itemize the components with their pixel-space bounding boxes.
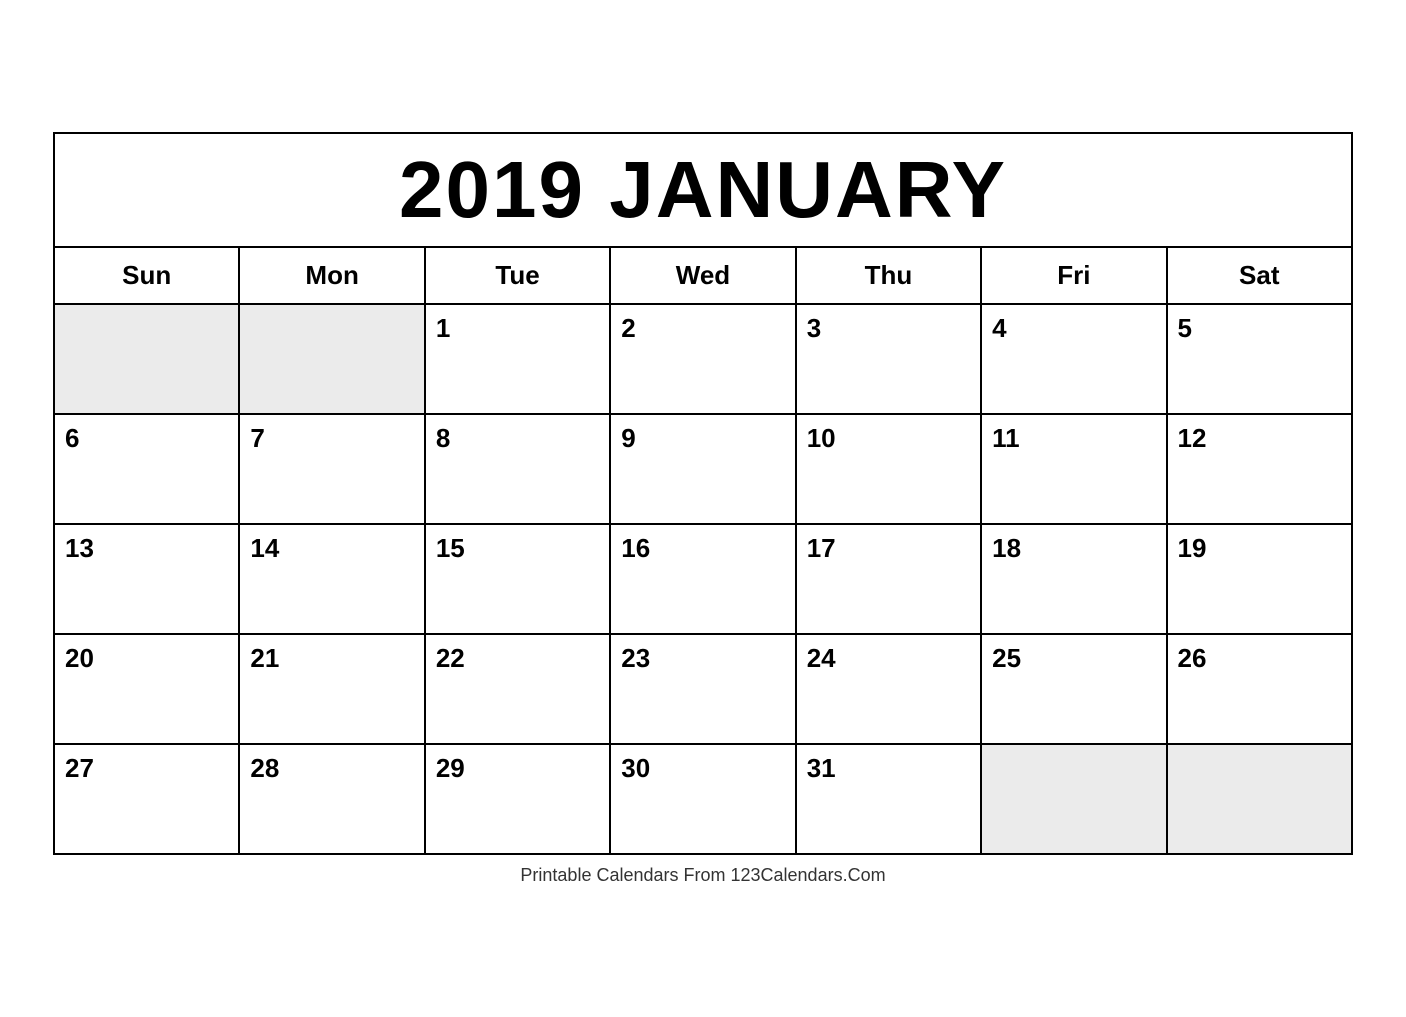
week-row-5: 2728293031: [54, 744, 1352, 854]
day-header-mon: Mon: [239, 247, 424, 304]
day-cell-2-4: 17: [796, 524, 981, 634]
day-cell-2-6: 19: [1167, 524, 1352, 634]
day-cell-1-5: 11: [981, 414, 1166, 524]
day-header-row: SunMonTueWedThuFriSat: [54, 247, 1352, 304]
day-cell-3-0: 20: [54, 634, 239, 744]
day-cell-3-1: 21: [239, 634, 424, 744]
day-header-sat: Sat: [1167, 247, 1352, 304]
day-cell-1-0: 6: [54, 414, 239, 524]
day-cell-2-5: 18: [981, 524, 1166, 634]
day-cell-3-6: 26: [1167, 634, 1352, 744]
day-cell-0-5: 4: [981, 304, 1166, 414]
day-header-wed: Wed: [610, 247, 795, 304]
day-cell-0-4: 3: [796, 304, 981, 414]
day-header-tue: Tue: [425, 247, 610, 304]
day-cell-3-4: 24: [796, 634, 981, 744]
day-cell-1-4: 10: [796, 414, 981, 524]
day-cell-4-1: 28: [239, 744, 424, 854]
day-cell-4-5: [981, 744, 1166, 854]
week-row-3: 13141516171819: [54, 524, 1352, 634]
calendar-wrapper: 2019 JANUARY SunMonTueWedThuFriSat 12345…: [53, 132, 1353, 886]
day-cell-4-4: 31: [796, 744, 981, 854]
day-cell-0-0: [54, 304, 239, 414]
day-cell-1-1: 7: [239, 414, 424, 524]
day-cell-0-1: [239, 304, 424, 414]
calendar-title: 2019 JANUARY: [54, 133, 1352, 247]
calendar-footer: Printable Calendars From 123Calendars.Co…: [53, 865, 1353, 886]
calendar-title-row: 2019 JANUARY: [54, 133, 1352, 247]
week-row-1: 12345: [54, 304, 1352, 414]
calendar-table: 2019 JANUARY SunMonTueWedThuFriSat 12345…: [53, 132, 1353, 855]
day-cell-2-1: 14: [239, 524, 424, 634]
day-cell-1-3: 9: [610, 414, 795, 524]
day-cell-2-0: 13: [54, 524, 239, 634]
day-cell-0-2: 1: [425, 304, 610, 414]
day-cell-4-6: [1167, 744, 1352, 854]
day-cell-1-2: 8: [425, 414, 610, 524]
day-cell-2-3: 16: [610, 524, 795, 634]
day-cell-4-2: 29: [425, 744, 610, 854]
day-cell-3-2: 22: [425, 634, 610, 744]
week-row-4: 20212223242526: [54, 634, 1352, 744]
day-header-sun: Sun: [54, 247, 239, 304]
week-row-2: 6789101112: [54, 414, 1352, 524]
day-cell-0-6: 5: [1167, 304, 1352, 414]
day-cell-2-2: 15: [425, 524, 610, 634]
day-header-thu: Thu: [796, 247, 981, 304]
day-cell-0-3: 2: [610, 304, 795, 414]
day-header-fri: Fri: [981, 247, 1166, 304]
day-cell-3-3: 23: [610, 634, 795, 744]
day-cell-1-6: 12: [1167, 414, 1352, 524]
day-cell-4-3: 30: [610, 744, 795, 854]
day-cell-3-5: 25: [981, 634, 1166, 744]
day-cell-4-0: 27: [54, 744, 239, 854]
